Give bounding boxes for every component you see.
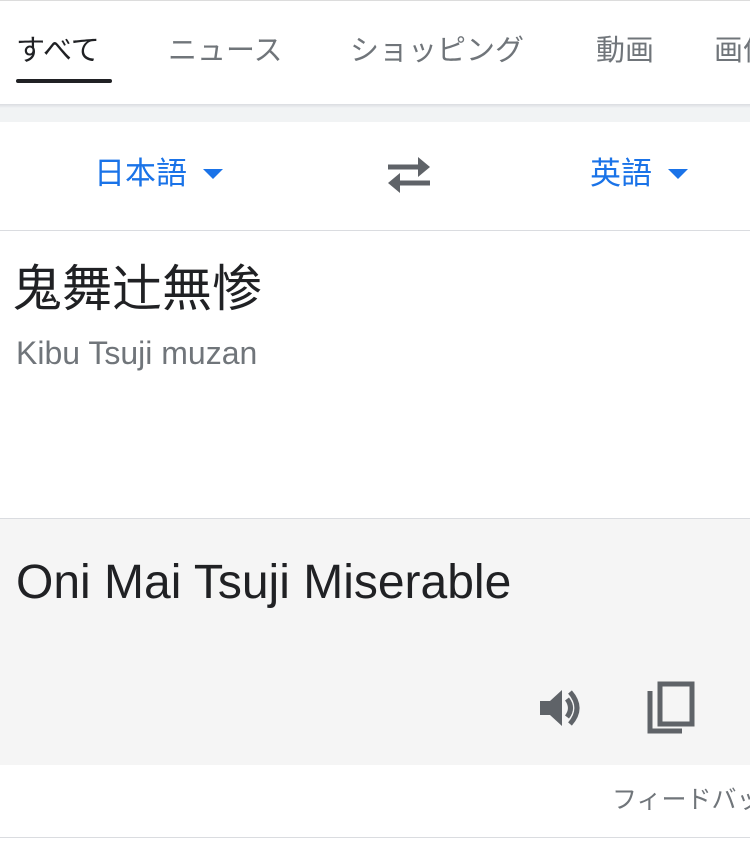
source-language-dropdown[interactable]: 日本語 <box>94 154 223 194</box>
target-language-dropdown[interactable]: 英語 <box>590 154 688 194</box>
speaker-icon[interactable] <box>538 684 586 732</box>
source-language-label: 日本語 <box>94 156 187 191</box>
active-tab-indicator <box>16 79 112 83</box>
source-romanization: Kibu Tsuji muzan <box>16 335 258 371</box>
tab-news[interactable]: ニュース <box>168 31 283 71</box>
tab-videos[interactable]: 動画 <box>596 31 654 71</box>
separator-shadow <box>0 104 750 108</box>
tab-all[interactable]: すべて <box>16 31 100 71</box>
tab-shopping[interactable]: ショッピング <box>350 31 524 71</box>
footer: フィードバック <box>0 765 750 841</box>
target-language-label: 英語 <box>590 156 652 191</box>
result-text: Oni Mai Tsuji Miserable <box>16 556 512 609</box>
source-text-area[interactable]: 鬼舞辻無惨 Kibu Tsuji muzan <box>0 231 750 518</box>
footer-divider <box>0 837 750 838</box>
copy-icon[interactable] <box>646 681 696 735</box>
caret-down-icon <box>203 168 223 179</box>
translation-result: Oni Mai Tsuji Miserable <box>0 518 750 766</box>
caret-down-icon <box>668 168 688 179</box>
language-selector: 日本語 英語 <box>0 122 750 231</box>
source-text: 鬼舞辻無惨 <box>12 261 262 317</box>
feedback-link[interactable]: フィードバック <box>612 783 750 817</box>
search-tab-bar: すべて ニュース ショッピング 動画 画像 <box>0 0 750 105</box>
swap-arrows-icon[interactable] <box>382 152 436 198</box>
tab-images[interactable]: 画像 <box>714 31 750 71</box>
